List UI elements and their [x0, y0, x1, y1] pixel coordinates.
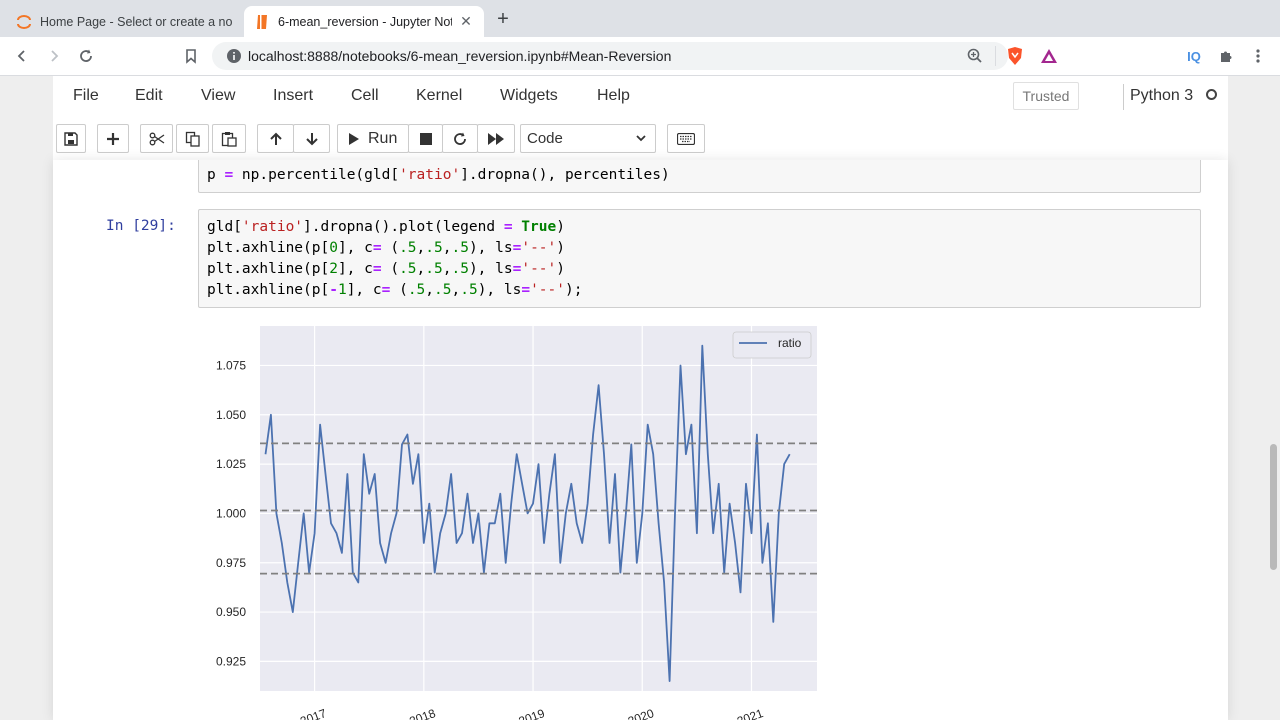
- legend-label: ratio: [778, 336, 802, 350]
- restart-button[interactable]: [442, 124, 478, 153]
- y-tick-label: 0.925: [216, 654, 246, 668]
- tab-notebook[interactable]: 6-mean_reversion - Jupyter Notebook ✕: [244, 6, 484, 37]
- x-tick-label: 2019: [517, 706, 547, 720]
- back-icon[interactable]: [10, 44, 34, 68]
- cell-type-value: Code: [527, 130, 563, 147]
- plus-icon: [107, 132, 119, 145]
- scissors-icon: [149, 132, 164, 145]
- restart-run-all-button[interactable]: [477, 124, 515, 153]
- menu-edit[interactable]: Edit: [135, 87, 163, 105]
- notebook-icon: [254, 14, 270, 30]
- site-info-icon[interactable]: [226, 48, 242, 64]
- x-tick-label: 2020: [626, 706, 656, 720]
- copy-icon: [185, 131, 200, 147]
- y-tick-label: 1.075: [216, 358, 246, 372]
- code-cell[interactable]: gld['ratio'].dropna().plot(legend = True…: [198, 209, 1201, 308]
- input-prompt: In [29]:: [106, 218, 176, 234]
- tab-title: Home Page - Select or create a notebook: [40, 14, 232, 29]
- iq-extension-icon[interactable]: IQ: [1184, 46, 1204, 66]
- menu-cell[interactable]: Cell: [351, 87, 379, 105]
- ratio-line-chart: 0.925 0.950 0.975 1.000 1.025 1.050 1.075 2017 2…: [216, 326, 817, 720]
- code-line: plt.axhline(p[2], c= (.5,.5,.5), ls='--'…: [207, 261, 565, 277]
- y-tick-label: 1.050: [216, 408, 246, 422]
- x-tick-label: 2017: [298, 706, 328, 720]
- bookmark-icon[interactable]: [179, 44, 203, 68]
- restart-icon: [454, 132, 466, 145]
- arrow-up-icon: [269, 132, 282, 145]
- run-label: Run: [368, 129, 398, 147]
- new-tab-icon[interactable]: +: [492, 8, 514, 30]
- brave-rewards-icon[interactable]: [1039, 46, 1059, 66]
- y-tick-label: 0.950: [216, 605, 246, 619]
- interrupt-button[interactable]: [408, 124, 443, 153]
- browser-tab-bar: Home Page - Select or create a notebook …: [0, 0, 1280, 37]
- code-line: gld['ratio'].dropna().plot(legend = True…: [207, 219, 565, 235]
- insert-cell-button[interactable]: [97, 124, 129, 153]
- menu-insert[interactable]: Insert: [273, 87, 313, 105]
- tab-home-page[interactable]: Home Page - Select or create a notebook: [6, 6, 242, 37]
- jupyter-logo-icon: [16, 14, 32, 30]
- move-up-button[interactable]: [257, 124, 294, 153]
- y-tick-label: 0.975: [216, 556, 246, 570]
- paste-cell-button[interactable]: [212, 124, 246, 153]
- save-icon: [64, 131, 78, 146]
- code-line: plt.axhline(p[0], c= (.5,.5,.5), ls='--'…: [207, 240, 565, 256]
- code-line: plt.axhline(p[-1], c= (.5,.5,.5), ls='--…: [207, 282, 583, 298]
- menu-dots-icon[interactable]: [1248, 46, 1268, 66]
- x-tick-label: 2018: [408, 706, 438, 720]
- extensions-puzzle-icon[interactable]: [1216, 46, 1236, 66]
- divider: [995, 46, 996, 66]
- stop-icon: [419, 132, 432, 145]
- menu-file[interactable]: File: [73, 87, 99, 105]
- kernel-name[interactable]: Python 3: [1130, 87, 1193, 105]
- x-tick-label: 2021: [735, 706, 765, 720]
- code-line: p = np.percentile(gld['ratio'].dropna(),…: [207, 167, 670, 183]
- copy-cell-button[interactable]: [176, 124, 209, 153]
- close-icon[interactable]: ✕: [458, 13, 474, 30]
- cell-type-select[interactable]: Code: [520, 124, 656, 153]
- scrollbar-thumb[interactable]: [1270, 444, 1277, 570]
- arrow-down-icon: [305, 132, 318, 145]
- y-tick-label: 1.025: [216, 457, 246, 471]
- menu-kernel[interactable]: Kernel: [416, 87, 462, 105]
- keyboard-icon: [677, 132, 695, 145]
- url-text[interactable]: localhost:8888/notebooks/6-mean_reversio…: [248, 48, 671, 64]
- divider: [1123, 84, 1124, 110]
- save-button[interactable]: [56, 124, 86, 153]
- code-cell-previous[interactable]: p = np.percentile(gld['ratio'].dropna(),…: [198, 160, 1201, 193]
- move-down-button[interactable]: [293, 124, 330, 153]
- reload-icon[interactable]: [74, 44, 98, 68]
- paste-icon: [221, 131, 237, 147]
- play-icon: [349, 132, 359, 145]
- zoom-icon[interactable]: [966, 47, 984, 65]
- tab-title: 6-mean_reversion - Jupyter Notebook: [278, 14, 452, 29]
- chevron-down-icon: [636, 135, 646, 142]
- y-tick-label: 1.000: [216, 506, 246, 520]
- fast-forward-icon: [488, 132, 504, 145]
- trusted-indicator[interactable]: Trusted: [1013, 82, 1079, 110]
- menu-help[interactable]: Help: [597, 87, 630, 105]
- kernel-status-icon: [1206, 89, 1217, 100]
- menu-view[interactable]: View: [201, 87, 235, 105]
- forward-icon[interactable]: [42, 44, 66, 68]
- command-palette-button[interactable]: [667, 124, 705, 153]
- menu-widgets[interactable]: Widgets: [500, 87, 558, 105]
- plot-area: [260, 326, 817, 691]
- cut-cell-button[interactable]: [140, 124, 173, 153]
- run-button[interactable]: Run: [337, 124, 409, 153]
- brave-shield-icon[interactable]: [1005, 46, 1025, 66]
